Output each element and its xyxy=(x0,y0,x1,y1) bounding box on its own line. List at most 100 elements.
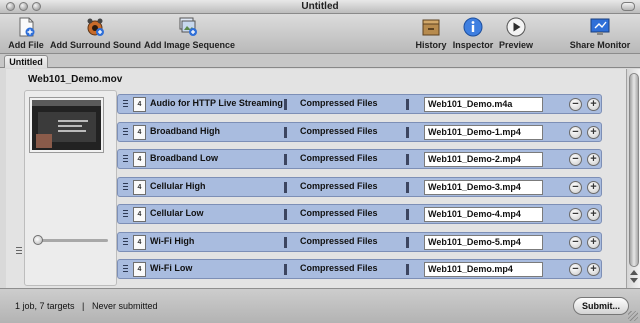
column-divider xyxy=(284,182,287,193)
add-image-sequence-button[interactable]: Add Image Sequence xyxy=(144,14,236,54)
scroll-up-arrow[interactable] xyxy=(630,270,638,275)
column-divider xyxy=(284,127,287,138)
batch-area: Web101_Demo.mov 4 Audio for HTTP Live Str… xyxy=(6,69,626,288)
target-row[interactable]: 4 Broadband High Compressed Files Web101_De… xyxy=(117,122,602,142)
add-file-button[interactable]: Add File xyxy=(4,14,48,54)
target-destination[interactable]: Compressed Files xyxy=(300,236,378,246)
compressor-window: Untitled Add File Add Surround Sound Add… xyxy=(0,0,640,323)
submit-button[interactable]: Submit... xyxy=(573,297,629,315)
target-row[interactable]: 4 Cellular Low Compressed Files Web101_Demo… xyxy=(117,204,602,224)
target-setting-name[interactable]: Wi-Fi Low xyxy=(150,263,192,273)
source-drag-handle[interactable] xyxy=(16,247,22,256)
add-target-button[interactable]: + xyxy=(587,208,600,221)
row-drag-handle[interactable] xyxy=(123,210,128,219)
row-drag-handle[interactable] xyxy=(123,128,128,137)
add-target-button[interactable]: + xyxy=(587,181,600,194)
column-divider xyxy=(406,237,409,248)
column-divider xyxy=(284,237,287,248)
output-filename-field[interactable]: Web101_Demo.m4a xyxy=(424,97,543,112)
surround-sound-icon xyxy=(87,18,104,36)
remove-target-button[interactable]: − xyxy=(569,181,582,194)
column-divider xyxy=(284,264,287,275)
share-monitor-label: Share Monitor xyxy=(569,40,631,50)
target-destination[interactable]: Compressed Files xyxy=(300,263,378,273)
output-filename-field[interactable]: Web101_Demo-2.mp4 xyxy=(424,152,543,167)
add-surround-sound-button[interactable]: Add Surround Sound xyxy=(50,14,141,54)
row-drag-handle[interactable] xyxy=(123,238,128,247)
column-divider xyxy=(284,99,287,110)
scrub-slider-knob[interactable] xyxy=(33,235,43,245)
output-filename-field[interactable]: Web101_Demo-5.mp4 xyxy=(424,235,543,250)
target-destination[interactable]: Compressed Files xyxy=(300,208,378,218)
scroll-down-arrow[interactable] xyxy=(630,278,638,283)
scrub-slider-track[interactable] xyxy=(36,239,108,242)
toolbar-toggle-button[interactable] xyxy=(621,2,635,11)
add-target-button[interactable]: + xyxy=(587,153,600,166)
remove-target-button[interactable]: − xyxy=(569,208,582,221)
status-bar: 1 job, 7 targets | Never submitted Submi… xyxy=(0,288,640,323)
remove-target-button[interactable]: − xyxy=(569,153,582,166)
output-filename-field[interactable]: Web101_Demo-4.mp4 xyxy=(424,207,543,222)
scrollbar-thumb[interactable] xyxy=(629,73,639,267)
source-media-pane[interactable] xyxy=(24,90,117,286)
row-drag-handle[interactable] xyxy=(123,155,128,164)
target-row[interactable]: 4 Wi-Fi Low Compressed Files Web101_Demo.mp… xyxy=(117,259,602,279)
column-divider xyxy=(406,209,409,220)
target-row[interactable]: 4 Cellular High Compressed Files Web101_Dem… xyxy=(117,177,602,197)
target-destination[interactable]: Compressed Files xyxy=(300,126,378,136)
preview-label: Preview xyxy=(498,40,534,50)
target-destination[interactable]: Compressed Files xyxy=(300,153,378,163)
remove-target-button[interactable]: − xyxy=(569,263,582,276)
add-target-button[interactable]: + xyxy=(587,98,600,111)
window-title: Untitled xyxy=(301,1,339,12)
output-filename-field[interactable]: Web101_Demo.mp4 xyxy=(424,262,543,277)
title-bar: Untitled xyxy=(0,0,640,14)
output-filename-field[interactable]: Web101_Demo-1.mp4 xyxy=(424,125,543,140)
inspector-button[interactable]: Inspector xyxy=(452,14,494,54)
history-label: History xyxy=(415,40,447,50)
column-divider xyxy=(284,154,287,165)
setting-document-icon: 4 xyxy=(133,97,146,112)
history-button[interactable]: History xyxy=(412,14,450,54)
resize-grip[interactable] xyxy=(628,311,638,321)
row-drag-handle[interactable] xyxy=(123,265,128,274)
preview-button[interactable]: Preview xyxy=(497,14,535,54)
info-icon xyxy=(463,17,483,37)
remove-target-button[interactable]: − xyxy=(569,236,582,249)
vertical-scrollbar[interactable] xyxy=(626,69,640,288)
row-drag-handle[interactable] xyxy=(123,183,128,192)
target-setting-name[interactable]: Wi-Fi High xyxy=(150,236,194,246)
setting-document-icon: 4 xyxy=(133,125,146,140)
remove-target-button[interactable]: − xyxy=(569,98,582,111)
target-destination[interactable]: Compressed Files xyxy=(300,98,378,108)
output-filename-field[interactable]: Web101_Demo-3.mp4 xyxy=(424,180,543,195)
play-icon xyxy=(506,17,526,37)
target-setting-name[interactable]: Audio for HTTP Live Streaming xyxy=(150,98,283,108)
video-thumbnail xyxy=(30,98,103,152)
add-target-button[interactable]: + xyxy=(587,126,600,139)
column-divider xyxy=(406,127,409,138)
setting-document-icon: 4 xyxy=(133,207,146,222)
add-target-button[interactable]: + xyxy=(587,263,600,276)
target-setting-name[interactable]: Cellular Low xyxy=(150,208,204,218)
remove-target-button[interactable]: − xyxy=(569,126,582,139)
submission-status: Never submitted xyxy=(92,301,158,311)
target-row[interactable]: 4 Audio for HTTP Live Streaming Compressed… xyxy=(117,94,602,114)
tab-untitled[interactable]: Untitled xyxy=(4,55,48,68)
add-target-button[interactable]: + xyxy=(587,236,600,249)
share-monitor-button[interactable]: Share Monitor xyxy=(568,14,632,54)
column-divider xyxy=(406,154,409,165)
target-row[interactable]: 4 Wi-Fi High Compressed Files Web101_Demo-5… xyxy=(117,232,602,252)
add-image-sequence-label: Add Image Sequence xyxy=(144,40,236,50)
target-destination[interactable]: Compressed Files xyxy=(300,181,378,191)
target-setting-name[interactable]: Broadband Low xyxy=(150,153,218,163)
status-separator: | xyxy=(82,301,85,311)
target-setting-name[interactable]: Broadband High xyxy=(150,126,220,136)
target-setting-name[interactable]: Cellular High xyxy=(150,181,206,191)
setting-document-icon: 4 xyxy=(133,262,146,277)
inspector-label: Inspector xyxy=(452,40,494,50)
image-sequence-icon xyxy=(179,17,197,36)
job-summary: 1 job, 7 targets xyxy=(15,301,75,311)
row-drag-handle[interactable] xyxy=(123,100,128,109)
target-row[interactable]: 4 Broadband Low Compressed Files Web101_Dem… xyxy=(117,149,602,169)
